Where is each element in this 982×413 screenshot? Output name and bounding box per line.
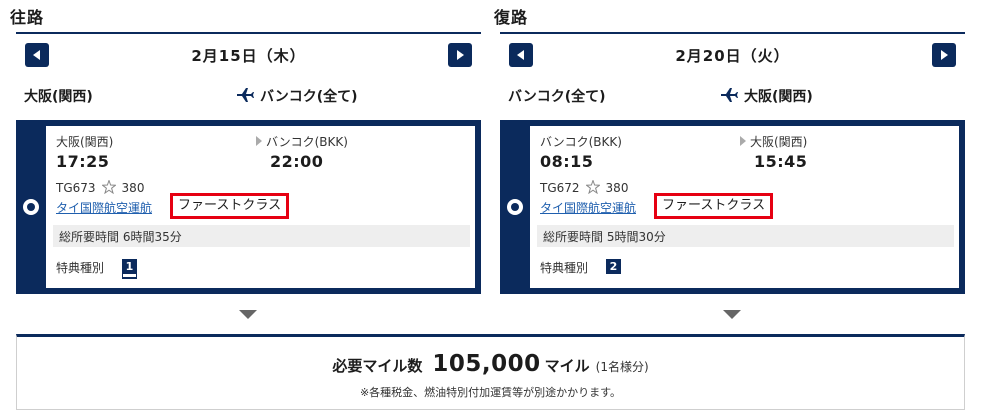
outbound-select-radio[interactable] [23,199,39,215]
outbound-award-label: 特典種別 [56,261,105,275]
tax-note: ※各種税金、燃油特別付加運賃等が別途かかります。 [359,386,622,399]
arrow-right-icon [740,136,746,146]
miles-unit: マイル [544,357,590,375]
outbound-next-day-button[interactable] [448,43,472,67]
outbound-route-from: 大阪(関西) [24,89,93,105]
return-airline-link[interactable]: タイ国際航空運航 [540,199,636,216]
outbound-aircraft: 380 [121,181,145,195]
outbound-duration: 総所要時間 6時間35分 [53,225,470,247]
outbound-dep-airport: 大阪(関西) [56,135,114,149]
outbound-date: 2月15日（木） [191,47,306,65]
return-route-to-wrap: 大阪(関西) [720,86,813,106]
chevron-right-icon [941,50,948,60]
outbound-date-bar: 2月15日（木） [16,40,481,70]
outbound-arr-airport: バンコク(BKK) [266,135,348,149]
outbound-arr-airport-wrap: バンコク(BKK) [256,133,348,150]
down-arrow-icon [239,310,257,319]
return-arr-airport: 大阪(関西) [750,135,808,149]
radio-dot [27,203,35,211]
outbound-arr-time: 22:00 [270,152,324,171]
return-dep-time: 08:15 [540,152,594,171]
required-miles-value: 105,000 [432,351,541,377]
miles-summary: 必要マイル数 105,000 マイル (1名様分) ※各種税金、燃油特別付加運賃等が別… [16,334,965,410]
return-route-to: 大阪(関西) [744,89,813,105]
outbound-route: 大阪(関西) バンコク(全て) [16,86,481,108]
required-miles-label: 必要マイル数 [332,357,423,375]
return-date-bar: 2月20日（火） [500,40,965,70]
outbound-flight-details: 大阪(関西) バンコク(BKK) 17:25 22:00 TG673 380 タイ… [46,126,475,288]
return-route-from: バンコク(全て) [508,89,606,105]
outbound-flight-info: TG673 380 [56,180,144,195]
return-arr-airport-wrap: 大阪(関西) [740,133,807,150]
radio-dot [511,203,519,211]
per-person-note: (1名様分) [595,360,649,374]
outbound-flight-card[interactable]: 大阪(関西) バンコク(BKK) 17:25 22:00 TG673 380 タイ… [16,120,481,294]
outbound-airline-link[interactable]: タイ国際航空運航 [56,199,152,216]
return-date: 2月20日（火） [675,47,790,65]
return-flight-card[interactable]: バンコク(BKK) 大阪(関西) 08:15 15:45 TG672 380 タイ… [500,120,965,294]
return-dep-airport: バンコク(BKK) [540,135,622,149]
outbound-route-to: バンコク(全て) [260,89,358,105]
return-flight-number: TG672 [540,181,580,195]
airplane-icon [721,88,738,102]
return-flight-info: TG672 380 [540,180,628,195]
star-alliance-icon [101,180,116,194]
return-duration: 総所要時間 5時間30分 [537,225,954,247]
outbound-award-type-badge[interactable]: 1 [122,259,137,274]
return-route: バンコク(全て) 大阪(関西) [500,86,965,108]
return-select-radio[interactable] [507,199,523,215]
return-award-label: 特典種別 [540,261,589,275]
arrow-right-icon [256,136,262,146]
outbound-route-to-wrap: バンコク(全て) [236,86,358,106]
return-flight-details: バンコク(BKK) 大阪(関西) 08:15 15:45 TG672 380 タイ… [530,126,959,288]
star-alliance-icon [585,180,600,194]
chevron-right-icon [457,50,464,60]
down-arrow-icon [723,310,741,319]
return-next-day-button[interactable] [932,43,956,67]
outbound-dep-time: 17:25 [56,152,110,171]
outbound-cabin-class: ファーストクラス [170,193,290,219]
outbound-title: 往路 [10,8,45,27]
outbound-flight-number: TG673 [56,181,96,195]
return-award-type-badge[interactable]: 2 [606,259,621,274]
miles-line: 必要マイル数 105,000 マイル (1名様分) [17,351,964,377]
return-aircraft: 380 [605,181,629,195]
airplane-icon [237,88,254,102]
outbound-divider [16,32,481,34]
return-arr-time: 15:45 [754,152,808,171]
return-title: 復路 [494,8,529,27]
return-divider [500,32,965,34]
return-cabin-class: ファーストクラス [654,193,774,219]
